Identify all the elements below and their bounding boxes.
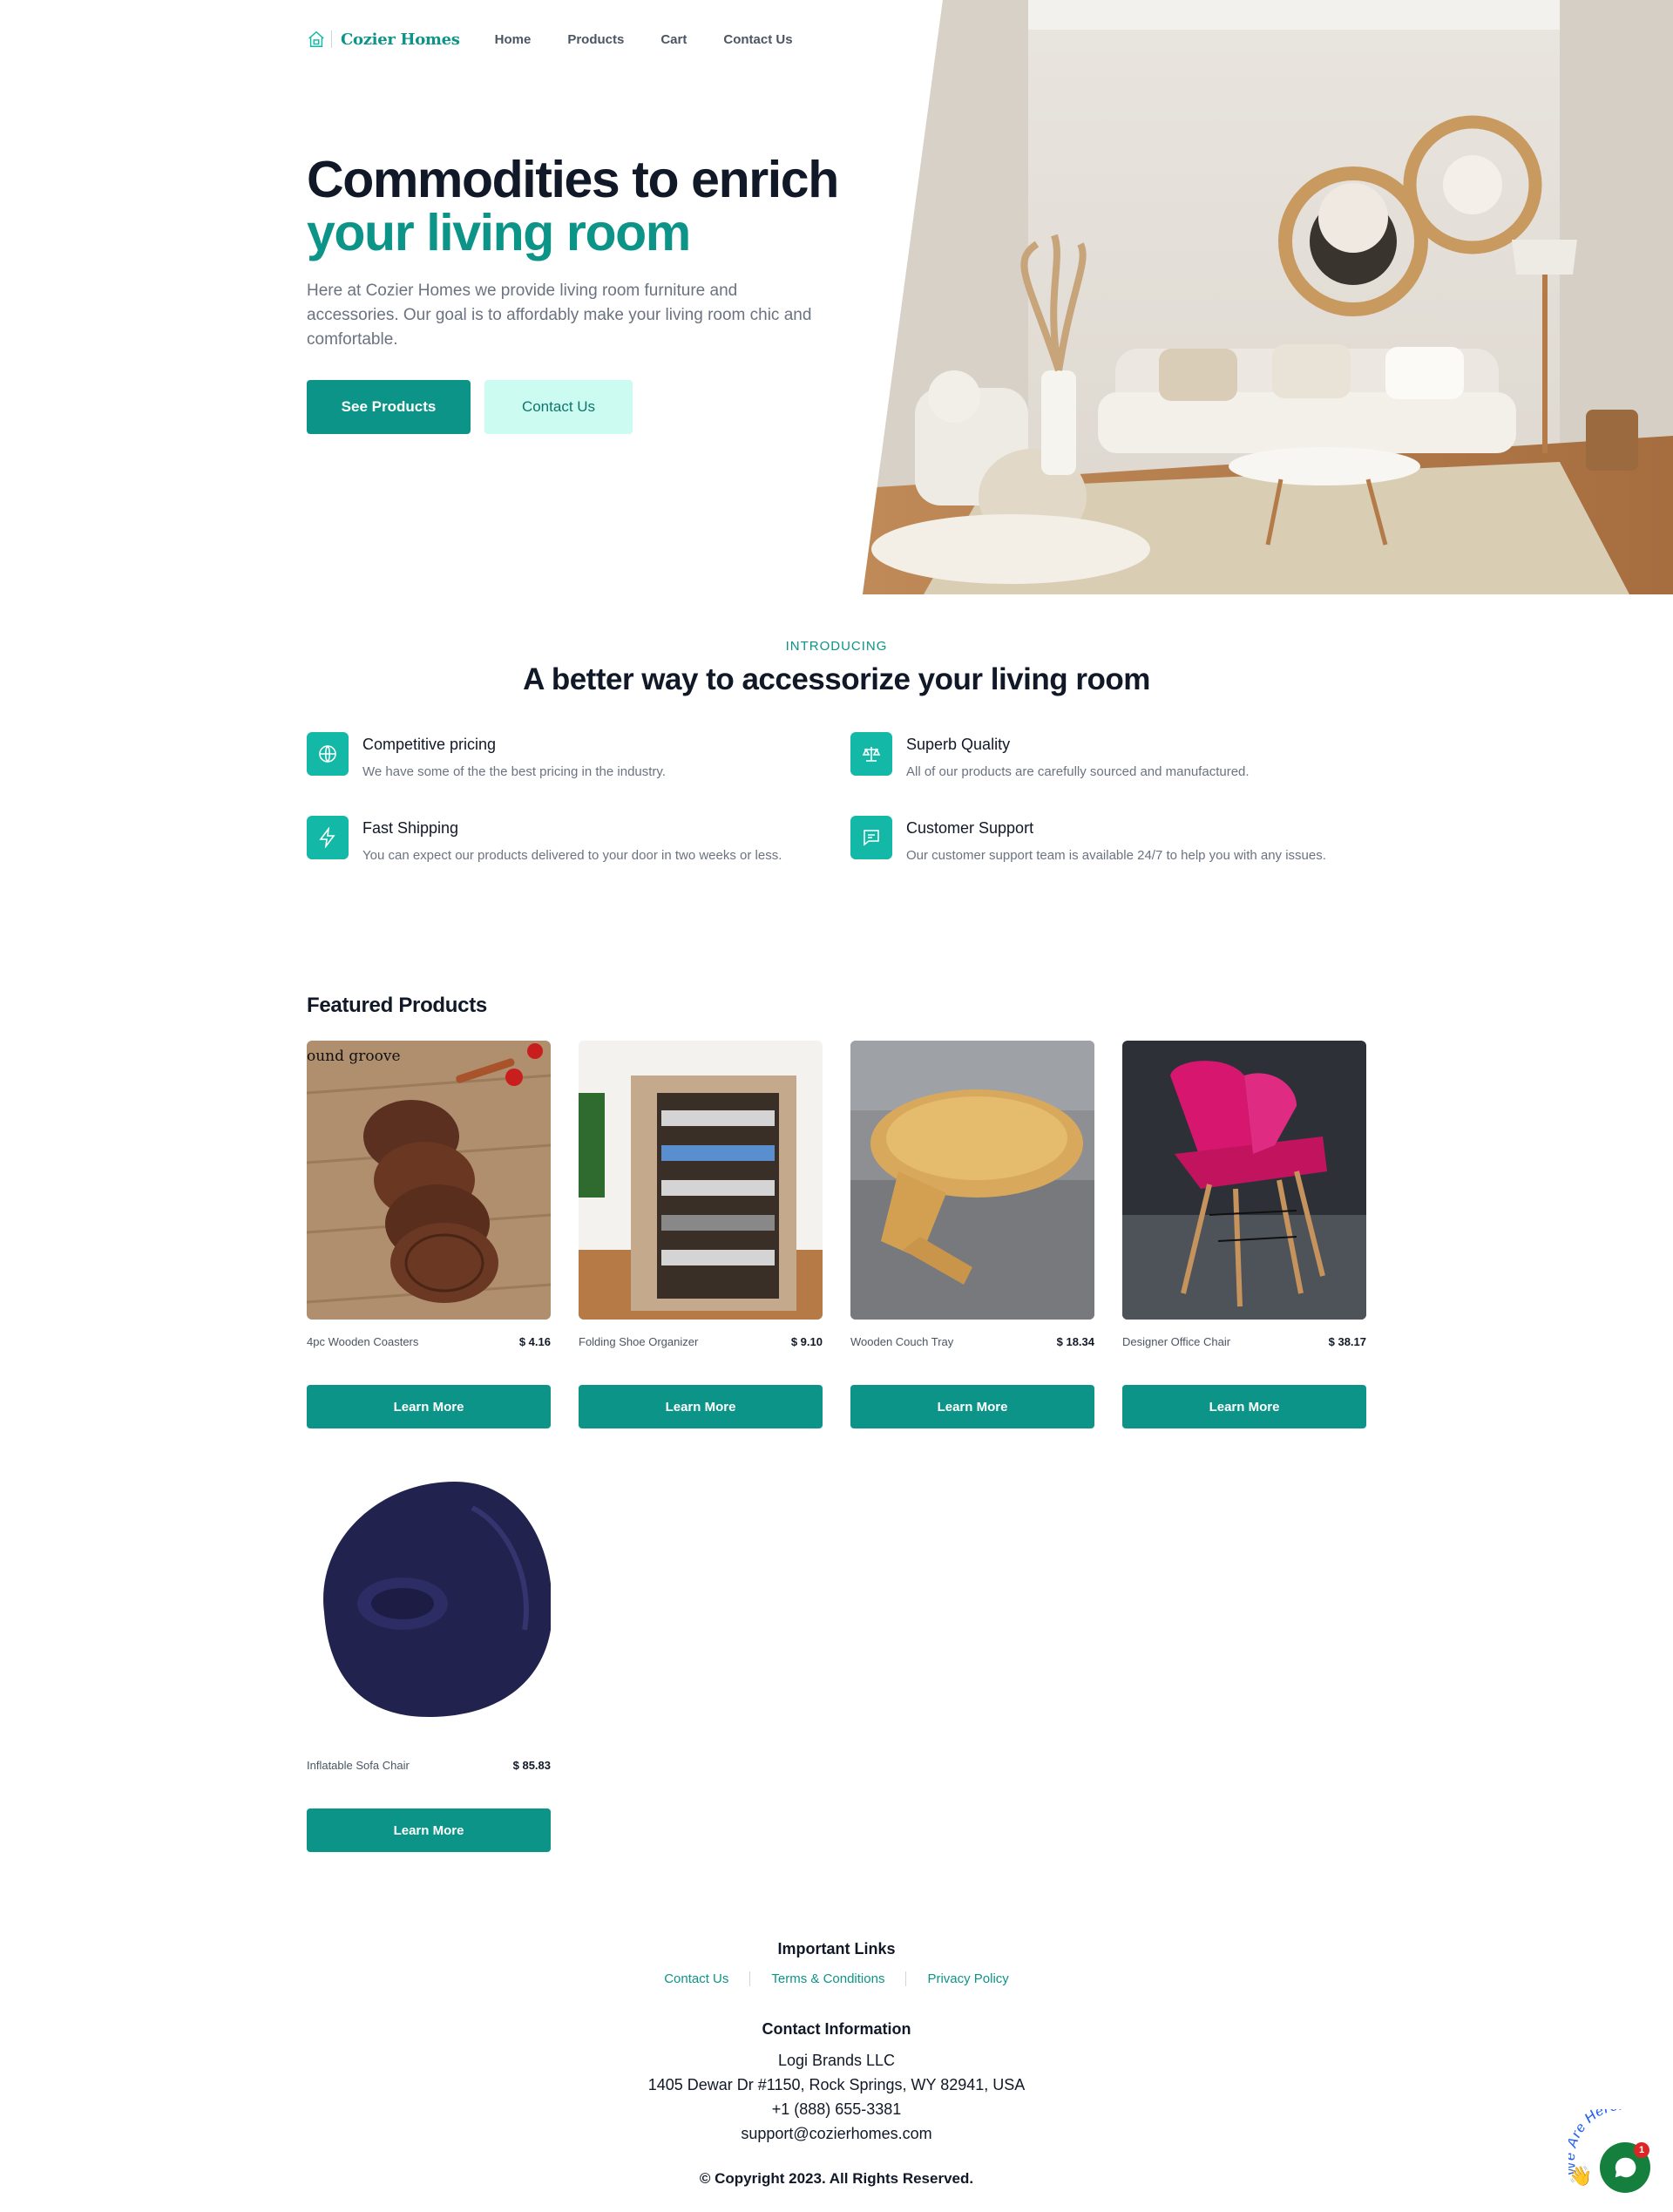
hero-image — [863, 0, 1673, 594]
intro-title: A better way to accessorize your living … — [523, 662, 1150, 696]
scale-icon — [850, 732, 892, 776]
chat-bubble-icon — [1615, 2157, 1636, 2178]
brand-divider — [331, 31, 332, 48]
product-name: Folding Shoe Organizer — [579, 1335, 699, 1348]
feature-superb-quality: Superb Quality All of our products are c… — [850, 732, 1373, 779]
product-meta: Designer Office Chair $ 38.17 — [1122, 1335, 1366, 1348]
hero-title-main: Commodities to enrich — [307, 151, 839, 208]
learn-more-button[interactable]: Learn More — [307, 1385, 551, 1428]
chat-unread-badge: 1 — [1634, 2142, 1649, 2158]
footer-links: Contact Us Terms & Conditions Privacy Po… — [0, 1971, 1673, 1986]
hero-content: Commodities to enrich your living room H… — [307, 153, 864, 434]
important-links-title: Important Links — [777, 1940, 896, 1958]
product-name: Wooden Couch Tray — [850, 1335, 954, 1348]
chat-icon — [850, 816, 892, 859]
nav-link-products[interactable]: Products — [567, 32, 624, 47]
product-price: $ 18.34 — [1056, 1335, 1094, 1348]
feature-competitive-pricing: Competitive pricing We have some of the … — [307, 732, 830, 779]
footer-link-terms[interactable]: Terms & Conditions — [749, 1971, 905, 1986]
top-nav: Cozier Homes Home Products Cart Contact … — [307, 26, 830, 52]
nav-link-cart[interactable]: Cart — [660, 32, 687, 47]
company-email: support@cozierhomes.com — [741, 2125, 932, 2142]
feature-description: You can expect our products delivered to… — [362, 848, 782, 863]
product-image-office-chair[interactable] — [1122, 1041, 1366, 1320]
waving-hand-icon: 👋 — [1568, 2165, 1593, 2187]
feature-description: We have some of the the best pricing in … — [362, 764, 666, 779]
company-phone: +1 (888) 655-3381 — [771, 2100, 902, 2118]
product-name: Inflatable Sofa Chair — [307, 1759, 410, 1772]
brand-logo-link[interactable]: Cozier Homes — [307, 30, 460, 49]
see-products-button[interactable]: See Products — [307, 380, 471, 434]
feature-body: Customer Support Our customer support te… — [906, 816, 1326, 863]
footer-link-privacy[interactable]: Privacy Policy — [905, 1971, 1029, 1986]
living-room-photo — [863, 0, 1673, 594]
product-price: $ 4.16 — [518, 1335, 551, 1348]
product-image-sofa-chair[interactable] — [307, 1464, 551, 1743]
globe-icon — [307, 732, 349, 776]
learn-more-button[interactable]: Learn More — [850, 1385, 1094, 1428]
feature-title: Customer Support — [906, 819, 1034, 837]
house-icon — [308, 31, 324, 47]
learn-more-button[interactable]: Learn More — [1122, 1385, 1366, 1428]
nav-links: Home Products Cart Contact Us — [495, 32, 830, 47]
feature-title: Superb Quality — [906, 736, 1011, 753]
product-card-couch-tray: Wooden Couch Tray $ 18.34 Learn More — [850, 1041, 1094, 1428]
feature-title: Fast Shipping — [362, 819, 459, 837]
company-address: 1405 Dewar Dr #1150, Rock Springs, WY 82… — [647, 2076, 1026, 2093]
featured-products-title: Featured Products — [307, 994, 487, 1017]
product-card-office-chair: Designer Office Chair $ 38.17 Learn More — [1122, 1041, 1366, 1428]
feature-description: All of our products are carefully source… — [906, 764, 1250, 779]
learn-more-button[interactable]: Learn More — [307, 1808, 551, 1852]
feature-title: Competitive pricing — [362, 736, 497, 753]
product-meta: Wooden Couch Tray $ 18.34 — [850, 1335, 1094, 1348]
company-name: Logi Brands LLC — [777, 2052, 896, 2069]
image-caption: ound groove — [307, 1048, 401, 1065]
feature-customer-support: Customer Support Our customer support te… — [850, 816, 1373, 863]
product-image-shoe-organizer[interactable] — [579, 1041, 823, 1320]
nav-link-contact[interactable]: Contact Us — [723, 32, 792, 47]
product-image-couch-tray[interactable] — [850, 1041, 1094, 1320]
product-meta: Folding Shoe Organizer $ 9.10 — [579, 1335, 823, 1348]
contact-us-button[interactable]: Contact Us — [484, 380, 633, 434]
product-name: Designer Office Chair — [1122, 1335, 1231, 1348]
feature-body: Fast Shipping You can expect our product… — [362, 816, 782, 863]
feature-description: Our customer support team is available 2… — [906, 848, 1326, 863]
product-card-coasters: ound groove 4pc Wooden Coasters $ 4.16 L… — [307, 1041, 551, 1428]
product-card-sofa-chair: Inflatable Sofa Chair $ 85.83 Learn More — [307, 1464, 551, 1852]
feature-body: Superb Quality All of our products are c… — [906, 732, 1250, 779]
hero-description: Here at Cozier Homes we provide living r… — [307, 282, 812, 349]
hero-title: Commodities to enrich your living room — [307, 153, 864, 260]
copyright: © Copyright 2023. All Rights Reserved. — [699, 2170, 974, 2187]
nav-link-home[interactable]: Home — [495, 32, 532, 47]
contact-info-title: Contact Information — [762, 2020, 911, 2038]
product-image-coasters[interactable] — [307, 1041, 551, 1320]
learn-more-button[interactable]: Learn More — [579, 1385, 823, 1428]
feature-body: Competitive pricing We have some of the … — [362, 732, 666, 779]
product-meta: 4pc Wooden Coasters $ 4.16 — [307, 1335, 551, 1348]
footer-link-contact[interactable]: Contact Us — [643, 1971, 749, 1986]
product-meta: Inflatable Sofa Chair $ 85.83 — [307, 1759, 551, 1772]
intro-eyebrow: INTRODUCING — [785, 639, 888, 654]
product-price: $ 85.83 — [512, 1759, 551, 1772]
product-name: 4pc Wooden Coasters — [307, 1335, 419, 1348]
product-price: $ 38.17 — [1328, 1335, 1366, 1348]
lightning-icon — [307, 816, 349, 859]
hero-buttons: See Products Contact Us — [307, 380, 864, 434]
product-price: $ 9.10 — [790, 1335, 823, 1348]
feature-fast-shipping: Fast Shipping You can expect our product… — [307, 816, 830, 863]
hero-title-accent: your living room — [307, 204, 691, 261]
brand-name: Cozier Homes — [341, 30, 460, 49]
product-card-shoe-organizer: Folding Shoe Organizer $ 9.10 Learn More — [579, 1041, 823, 1428]
